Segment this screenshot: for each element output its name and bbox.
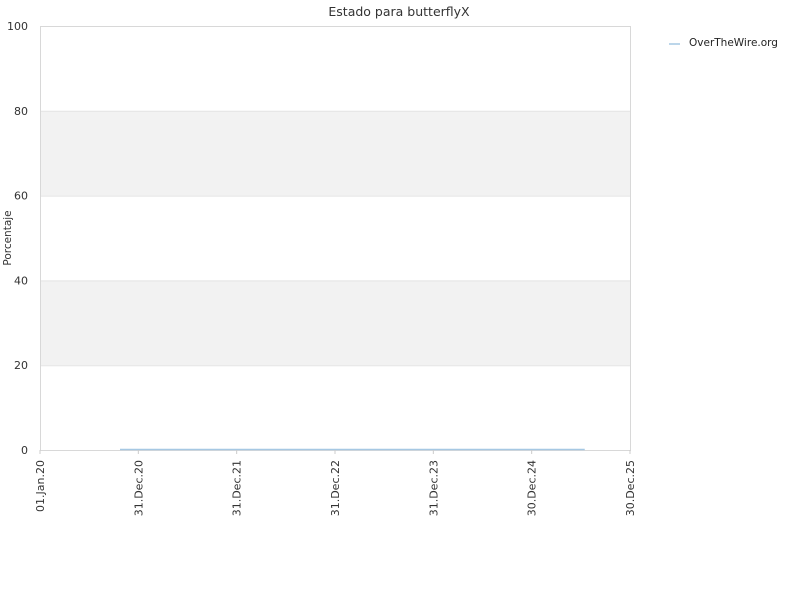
- y-tick-label: 60: [14, 190, 28, 203]
- legend-label: OverTheWire.org: [689, 37, 778, 49]
- plot-band: [40, 365, 630, 450]
- legend: OverTheWire.org: [669, 37, 778, 49]
- y-tick-label: 40: [14, 274, 28, 287]
- y-tick-label: 100: [7, 20, 28, 33]
- chart-title: Estado para butterflyX: [328, 4, 470, 19]
- x-tick-label: 31.Dec.23: [427, 460, 440, 516]
- x-axis-ticks: 01.Jan.20 31.Dec.20 31.Dec.21 31.Dec.22 31.D…: [34, 450, 637, 516]
- plot-band: [40, 195, 630, 281]
- y-axis-label: Porcentaje: [2, 210, 14, 265]
- y-tick-label: 80: [14, 105, 28, 118]
- y-tick-label: 0: [21, 444, 28, 457]
- plot-background-bands: [40, 26, 630, 450]
- chart: 0 20 40 60 80 100 01.Jan.20 31.Dec.20 31.Dec.21…: [2, 4, 778, 516]
- x-tick-label: 30.Dec.25: [624, 460, 637, 516]
- x-tick-label: 31.Dec.20: [132, 460, 145, 516]
- x-tick-label: 31.Dec.21: [231, 460, 244, 516]
- x-tick-label: 31.Dec.22: [329, 460, 342, 516]
- plot-band: [40, 280, 630, 366]
- x-tick-label: 01.Jan.20: [34, 460, 47, 512]
- plot-band: [40, 26, 630, 111]
- x-tick-label: 30.Dec.24: [526, 460, 539, 516]
- y-tick-label: 20: [14, 359, 28, 372]
- plot-band: [40, 110, 630, 196]
